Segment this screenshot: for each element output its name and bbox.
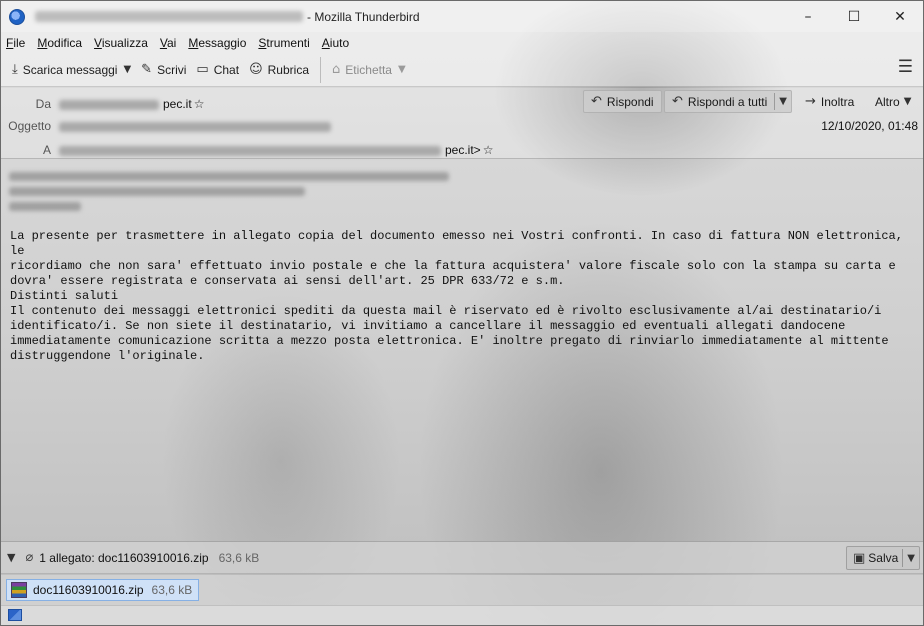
get-messages-label: Scarica messaggi xyxy=(22,62,118,77)
download-icon: ⤓ xyxy=(12,62,18,77)
chevron-down-icon[interactable]: ▼ xyxy=(907,553,915,564)
hamburger-icon[interactable]: ☰ xyxy=(898,57,913,77)
chevron-down-icon[interactable]: ▼ xyxy=(7,551,15,564)
pencil-icon: ✎ xyxy=(141,62,153,77)
get-messages-button[interactable]: ⤓ Scarica messaggi ▼ xyxy=(7,57,136,83)
menu-bar: File Modifica Visualizza Vai Messaggio S… xyxy=(1,32,923,53)
thunderbird-window: - Mozilla Thunderbird – ☐ ✕ File Modific… xyxy=(0,0,924,626)
reply-all-label: Rispondi a tutti xyxy=(687,94,768,109)
reply-all-icon: ↶ xyxy=(672,94,683,109)
redacted-subject xyxy=(59,122,331,132)
body-paragraph: La presente per trasmettere in allegato … xyxy=(10,229,903,303)
thunderbird-app-icon xyxy=(9,8,25,25)
zip-archive-icon xyxy=(11,582,27,598)
forward-button[interactable]: → Inoltra xyxy=(797,90,862,113)
chevron-down-icon: ▼ xyxy=(397,64,406,75)
attachment-size: 63,6 kB xyxy=(151,583,193,597)
from-domain: pec.it xyxy=(163,97,192,111)
chevron-down-icon: ▼ xyxy=(903,96,912,107)
redacted-title-subject xyxy=(35,11,303,22)
title-bar: - Mozilla Thunderbird – ☐ ✕ xyxy=(1,1,923,32)
chevron-down-icon[interactable]: ▼ xyxy=(123,64,131,75)
toolbar-separator xyxy=(320,56,321,83)
chevron-down-icon[interactable]: ▼ xyxy=(779,96,787,107)
main-toolbar: ⤓ Scarica messaggi ▼ ✎ Scrivi ▭ Chat ☺ R… xyxy=(1,53,923,87)
save-attachments-button[interactable]: ▣ Salva ▼ xyxy=(845,546,920,570)
redacted-recipient xyxy=(59,146,441,156)
menu-messaggio[interactable]: Messaggio xyxy=(188,36,246,50)
address-book-label: Rubrica xyxy=(267,62,309,77)
message-body: La presente per trasmettere in allegato … xyxy=(1,160,923,540)
disclaimer-paragraph: Il contenuto dei messaggi elettronici sp… xyxy=(10,304,889,363)
to-value[interactable]: pec.it> ☆ xyxy=(445,143,493,157)
split-separator xyxy=(902,549,904,567)
from-label: Da xyxy=(35,97,51,111)
menu-visualizza[interactable]: Visualizza xyxy=(94,36,148,50)
menu-vai[interactable]: Vai xyxy=(160,36,176,50)
redacted-body-line xyxy=(9,172,449,181)
subject-label: Oggetto xyxy=(8,119,51,133)
to-label: A xyxy=(42,143,51,157)
menu-aiuto[interactable]: Aiuto xyxy=(322,36,349,50)
maximize-button[interactable]: ☐ xyxy=(831,1,877,32)
attachment-summary[interactable]: 1 allegato: doc11603910016.zip xyxy=(39,551,208,565)
close-window-button[interactable]: ✕ xyxy=(877,1,923,32)
status-bar xyxy=(1,605,923,625)
menu-strumenti[interactable]: Strumenti xyxy=(258,36,309,50)
more-button[interactable]: Altro ▼ xyxy=(867,90,919,113)
message-header: Da pec.it ☆ Oggetto A pec.it> ☆ ↶ Rispondi… xyxy=(1,88,923,159)
paperclip-icon: ⌀ xyxy=(25,550,34,565)
menu-modifica[interactable]: Modifica xyxy=(37,36,82,50)
from-value[interactable]: pec.it ☆ xyxy=(163,97,204,111)
window-title: - Mozilla Thunderbird xyxy=(307,9,420,24)
tag-icon: ⌂ xyxy=(332,62,341,77)
more-label: Altro xyxy=(875,94,900,109)
message-date: 12/10/2020, 01:48 xyxy=(821,119,918,133)
online-status-icon[interactable] xyxy=(8,609,22,621)
write-button[interactable]: ✎ Scrivi xyxy=(136,57,191,83)
chat-icon: ▭ xyxy=(196,62,209,77)
to-domain: pec.it> xyxy=(445,143,481,157)
chat-label: Chat xyxy=(213,62,240,77)
reply-label: Rispondi xyxy=(606,94,654,109)
contacts-icon: ☺ xyxy=(249,62,263,77)
forward-label: Inoltra xyxy=(820,94,855,109)
menu-file[interactable]: File xyxy=(6,36,25,50)
attachment-total-size: 63,6 kB xyxy=(218,550,260,565)
write-label: Scrivi xyxy=(157,62,187,77)
attachment-bar: ▼ ⌀ 1 allegato: doc11603910016.zip 63,6 … xyxy=(1,541,923,574)
reply-icon: ↶ xyxy=(591,94,602,109)
star-icon[interactable]: ☆ xyxy=(194,97,205,111)
attachment-list: doc11603910016.zip 63,6 kB xyxy=(1,575,923,605)
star-icon[interactable]: ☆ xyxy=(483,143,494,157)
save-label: Salva xyxy=(868,551,899,565)
chat-button[interactable]: ▭ Chat xyxy=(191,57,244,83)
redacted-body-line xyxy=(9,187,305,196)
redacted-body-line xyxy=(9,202,81,211)
address-book-button[interactable]: ☺ Rubrica xyxy=(244,57,314,83)
minimize-button[interactable]: – xyxy=(785,1,831,32)
reply-all-button[interactable]: ↶ Rispondi a tutti ▼ xyxy=(664,90,792,113)
split-separator xyxy=(774,93,776,110)
forward-icon: → xyxy=(805,94,816,109)
attachment-item[interactable]: doc11603910016.zip 63,6 kB xyxy=(6,579,200,601)
attachment-name: doc11603910016.zip xyxy=(33,583,144,597)
save-icon: ▣ xyxy=(852,550,866,566)
redacted-sender xyxy=(59,100,159,110)
reply-button[interactable]: ↶ Rispondi xyxy=(583,90,662,113)
tag-button[interactable]: ⌂ Etichetta ▼ xyxy=(327,57,411,83)
tag-label: Etichetta xyxy=(345,62,392,77)
